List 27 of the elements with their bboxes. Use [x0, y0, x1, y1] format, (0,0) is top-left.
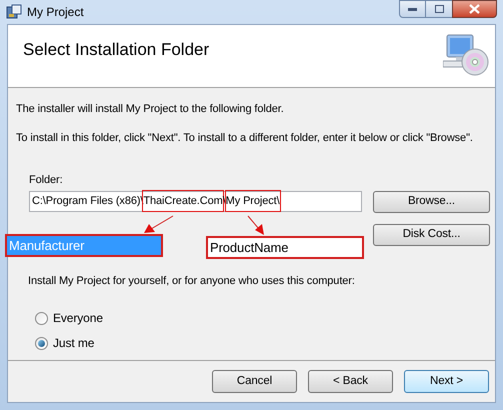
folder-label: Folder:	[29, 173, 64, 188]
page-title: Select Installation Folder	[23, 39, 210, 61]
back-button[interactable]: < Back	[308, 370, 393, 393]
next-button[interactable]: Next >	[404, 370, 489, 393]
annotation-label: Manufacturer	[5, 234, 163, 257]
minimize-icon	[408, 8, 417, 10]
instruction-text: The installer will install My Project to the following folder.	[16, 102, 285, 117]
close-button[interactable]	[452, 0, 497, 18]
radio-button[interactable]	[35, 312, 48, 324]
maximize-icon	[434, 5, 444, 13]
close-icon	[469, 4, 480, 14]
arrow	[248, 216, 264, 235]
minimize-button[interactable]	[399, 0, 426, 18]
instruction-text: To install in this folder, click "Next". To install to a different folder, enter it below or click "Browse".	[16, 130, 474, 146]
installer-icon	[6, 4, 22, 20]
window-title: My Project	[27, 4, 84, 21]
computer-disc-icon	[443, 34, 489, 76]
annotation-label: ProductName	[206, 236, 364, 259]
maximize-button[interactable]	[426, 0, 452, 18]
radio-label[interactable]: Just me	[53, 334, 94, 352]
install-scope-prompt: Install My Project for yourself, or for anyone who uses this computer:	[28, 274, 356, 288]
radio-button[interactable]	[35, 336, 48, 350]
browse-button[interactable]: Browse...	[373, 190, 490, 212]
arrow	[144, 216, 174, 233]
cancel-button[interactable]: Cancel	[212, 370, 297, 393]
radio-label[interactable]: Everyone	[53, 309, 103, 327]
disk-cost-button[interactable]: Disk Cost...	[373, 224, 490, 246]
